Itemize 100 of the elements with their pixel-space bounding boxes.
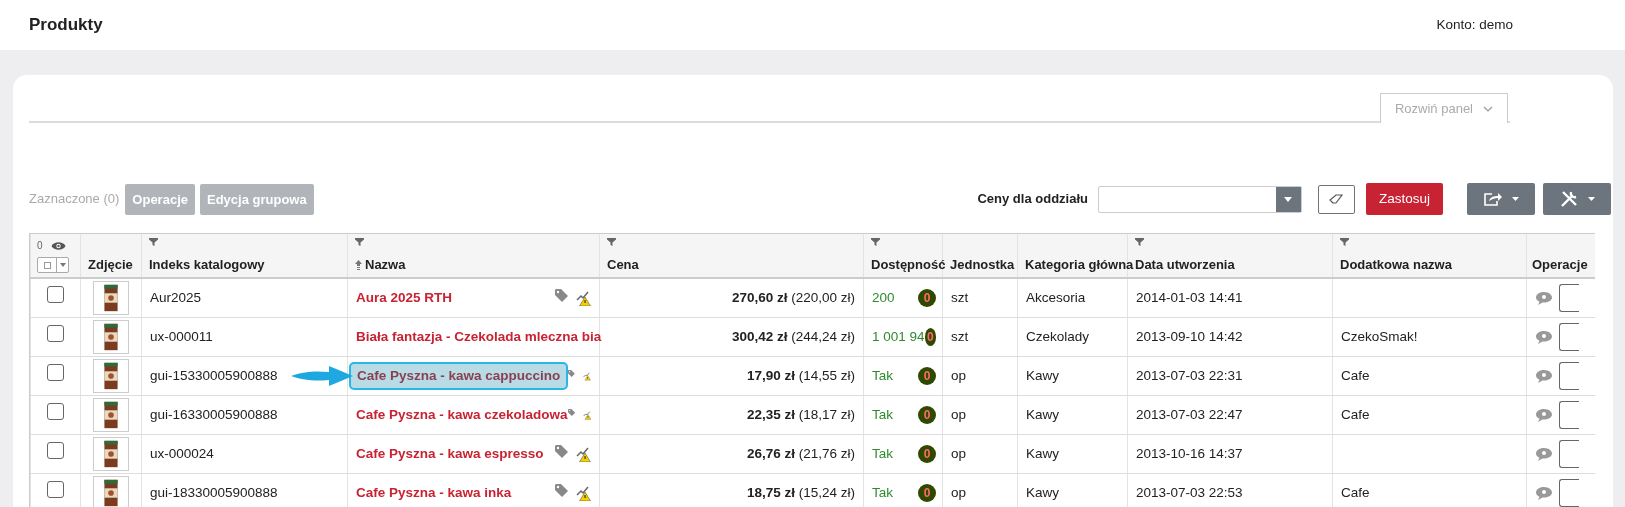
price: 300,42 zł (244,24 zł): [731, 328, 855, 344]
row-checkbox[interactable]: [47, 403, 64, 421]
chart-warning-icon[interactable]: [576, 290, 591, 306]
catalog-index: gui-15330005900888: [150, 367, 278, 383]
extra-name-text: CzekoSmak!: [1341, 328, 1418, 344]
category-text: Kawy: [1026, 367, 1059, 383]
price: 270,60 zł (220,00 zł): [731, 289, 855, 305]
stock-badge: 0: [924, 328, 936, 346]
product-name-link[interactable]: Aura 2025 RTH: [356, 287, 453, 309]
price: 26,76 zł (21,76 zł): [746, 445, 855, 461]
chart-warning-icon[interactable]: [576, 485, 591, 501]
tag-icon[interactable]: [555, 483, 568, 497]
export-icon: [1483, 192, 1502, 206]
unit-text: szt: [951, 328, 969, 344]
created-date: 2013-10-16 14:37: [1136, 445, 1243, 461]
comment-icon[interactable]: [1535, 329, 1553, 345]
extra-name-text: Cafe: [1341, 367, 1370, 383]
category-text: Kawy: [1026, 484, 1059, 500]
comment-icon[interactable]: [1535, 368, 1553, 384]
category-text: Akcesoria: [1026, 289, 1086, 305]
unit-text: op: [951, 445, 967, 461]
selected-count: Zaznaczone (0): [29, 190, 120, 209]
tag-icon[interactable]: [555, 444, 568, 458]
category-text: Czekolady: [1026, 328, 1090, 344]
operations-menu-button[interactable]: [1559, 284, 1579, 312]
extra-name-text: Cafe: [1341, 406, 1370, 422]
operations-menu-button[interactable]: [1559, 479, 1579, 507]
availability-text: 200: [872, 288, 895, 307]
column-header[interactable]: Nazwa: [355, 256, 406, 272]
extra-name-text: Cafe: [1341, 484, 1370, 500]
comment-icon[interactable]: [1535, 407, 1553, 423]
availability-text: Tak: [872, 405, 893, 424]
created-date: 2013-07-03 22:31: [1136, 367, 1243, 383]
column-header[interactable]: Cena: [607, 256, 639, 272]
row-checkbox[interactable]: [47, 481, 64, 499]
tools-icon: [1559, 190, 1578, 208]
operations-menu-button[interactable]: [1559, 362, 1579, 390]
product-name-link[interactable]: Cafe Pyszna - kawa czekoladowa: [356, 404, 568, 426]
operations-menu-button[interactable]: [1559, 401, 1579, 429]
clear-button[interactable]: [1317, 184, 1355, 214]
page-title: Produkty: [29, 14, 103, 37]
select-all-dropdown[interactable]: [37, 257, 69, 273]
caret-icon: [1511, 197, 1519, 201]
catalog-index: gui-18330005900888: [150, 484, 278, 500]
apply-button[interactable]: Zastosuj: [1365, 183, 1443, 215]
visible-count: 0: [37, 239, 43, 253]
unit-text: op: [951, 367, 967, 383]
tools-button[interactable]: [1543, 183, 1611, 215]
checkbox-icon: [43, 261, 51, 269]
comment-icon[interactable]: [1535, 446, 1553, 462]
availability-text: Tak: [872, 444, 893, 463]
price: 18,75 zł (15,24 zł): [746, 484, 855, 500]
caret-icon: [1587, 197, 1595, 201]
column-header[interactable]: Dostępność: [871, 256, 946, 272]
comment-icon[interactable]: [1535, 485, 1553, 501]
price: 17,90 zł (14,55 zł): [746, 367, 855, 383]
product-name-link[interactable]: Cafe Pyszna - kawa inka: [356, 482, 512, 504]
row-checkbox[interactable]: [47, 364, 64, 382]
catalog-index: Aur2025: [150, 289, 202, 305]
price: 22,35 zł (18,17 zł): [746, 406, 855, 422]
catalog-index: gui-16330005900888: [150, 406, 278, 422]
created-date: 2013-07-03 22:53: [1136, 484, 1243, 500]
column-header[interactable]: Data utworzenia: [1135, 256, 1235, 272]
export-button[interactable]: [1467, 183, 1535, 215]
row-checkbox[interactable]: [47, 442, 64, 460]
availability-text: Tak: [872, 483, 893, 502]
unit-text: szt: [951, 289, 969, 305]
row-checkbox[interactable]: [47, 325, 64, 343]
column-header[interactable]: Kategoria główna: [1025, 256, 1134, 272]
eye-icon[interactable]: [50, 240, 66, 251]
tag-icon[interactable]: [555, 288, 568, 302]
category-text: Kawy: [1026, 406, 1059, 422]
caret-icon: [1284, 196, 1293, 202]
unit-text: op: [951, 406, 967, 422]
product-name-link[interactable]: Biała fantazja - Czekolada mleczna bia: [356, 326, 602, 348]
catalog-index: ux-000024: [150, 445, 214, 461]
caret-icon: [59, 263, 66, 267]
chart-warning-icon[interactable]: [576, 446, 591, 462]
created-date: 2013-07-03 22:47: [1136, 406, 1243, 422]
stock-badge: 0: [918, 445, 936, 463]
stock-badge: 0: [918, 289, 936, 307]
eraser-icon: [1329, 194, 1344, 204]
operations-menu-button[interactable]: [1559, 323, 1579, 351]
availability-text: Tak: [872, 366, 893, 385]
row-checkbox[interactable]: [47, 286, 64, 304]
availability-text: 1 001 94: [872, 327, 925, 346]
stock-badge: 0: [918, 406, 936, 424]
stock-badge: 0: [918, 367, 936, 385]
unit-text: op: [951, 484, 967, 500]
comment-icon[interactable]: [1535, 290, 1553, 306]
product-name-link[interactable]: Cafe Pyszna - kawa espresso: [356, 443, 544, 465]
operations-menu-button[interactable]: [1559, 440, 1579, 468]
category-text: Kawy: [1026, 445, 1059, 461]
stock-badge: 0: [918, 484, 936, 502]
product-name-link[interactable]: Cafe Pyszna - kawa cappuccino: [349, 361, 569, 391]
created-date: 2014-01-03 14:41: [1136, 289, 1243, 305]
created-date: 2013-09-10 14:42: [1136, 328, 1243, 344]
account-label: Konto: demo: [1436, 15, 1513, 34]
branch-select[interactable]: [1097, 185, 1302, 213]
catalog-index: ux-000011: [150, 328, 213, 344]
